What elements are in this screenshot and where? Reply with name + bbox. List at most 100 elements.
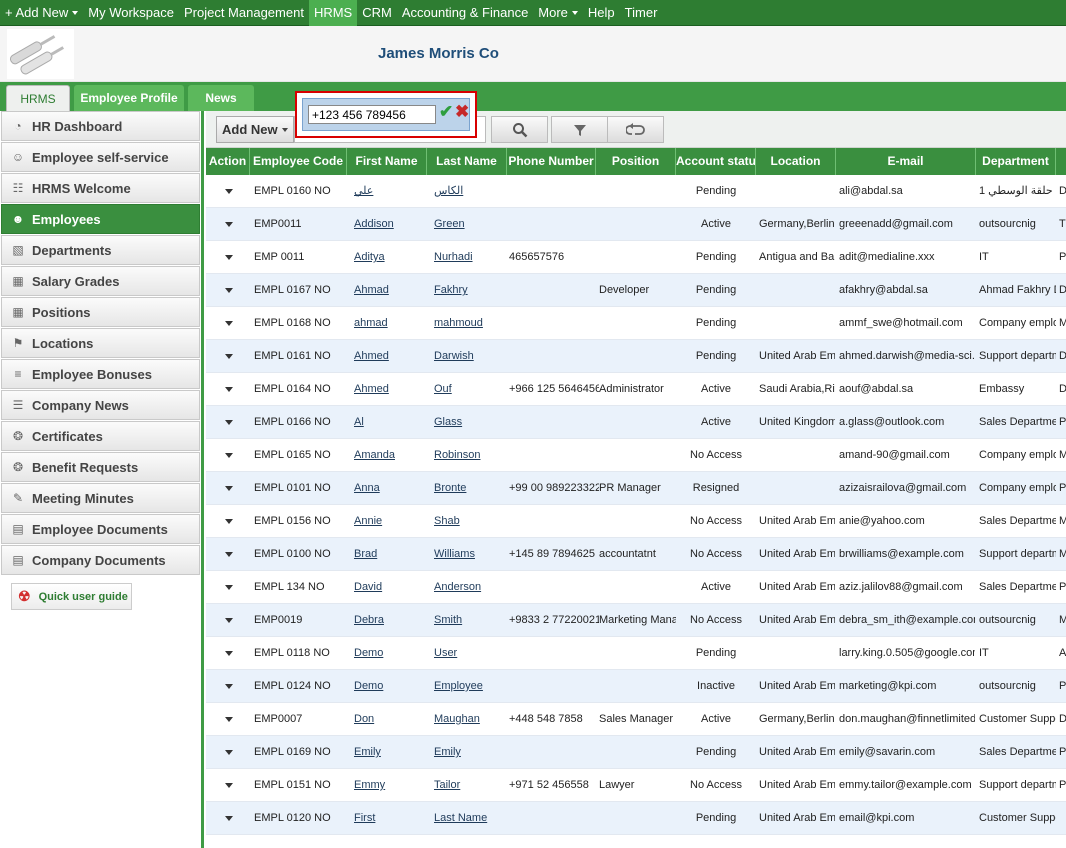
- sidebar-item-employee-bonuses[interactable]: ≡ Employee Bonuses: [1, 359, 200, 389]
- first-name-link[interactable]: Annie: [354, 505, 426, 538]
- row-action-chevron-icon[interactable]: [225, 717, 233, 722]
- last-name-link[interactable]: الكاس: [434, 175, 506, 208]
- table-row[interactable]: EMPL 0166 NO Al Glass Active United Kingdom,…: [206, 406, 1066, 439]
- row-action-chevron-icon[interactable]: [225, 420, 233, 425]
- table-row[interactable]: EMPL 0167 NO Ahmad Fakhry Developer Pending a…: [206, 274, 1066, 307]
- column-header-department[interactable]: Department: [976, 148, 1056, 175]
- table-row[interactable]: EMPL 0118 NO Demo User Pending larry.king.0.…: [206, 637, 1066, 670]
- topnav-item-crm[interactable]: CRM: [357, 0, 397, 26]
- first-name-link[interactable]: Demo: [354, 637, 426, 670]
- first-name-link[interactable]: Anna: [354, 472, 426, 505]
- row-action-chevron-icon[interactable]: [225, 321, 233, 326]
- table-row[interactable]: EMP0019 Debra Smith +9833 2 77220021 Marketi…: [206, 604, 1066, 637]
- column-header-account-status[interactable]: Account status: [676, 148, 756, 175]
- column-header-location[interactable]: Location: [756, 148, 836, 175]
- table-row[interactable]: EMPL 0101 NO Anna Bronte +99 00 989223322 PR…: [206, 472, 1066, 505]
- last-name-link[interactable]: Shab: [434, 505, 506, 538]
- table-row[interactable]: EMP0007 Don Maughan +448 548 7858 Sales Mana…: [206, 703, 1066, 736]
- last-name-link[interactable]: Nurhadi: [434, 241, 506, 274]
- sidebar-item-hr-dashboard[interactable]: ◔ HR Dashboard: [1, 111, 200, 141]
- last-name-link[interactable]: Anderson: [434, 571, 506, 604]
- topnav-item-project-management[interactable]: Project Management: [179, 0, 309, 26]
- first-name-link[interactable]: Brad: [354, 538, 426, 571]
- sidebar-item-employee-documents[interactable]: ▤ Employee Documents: [1, 514, 200, 544]
- column-header-employee-code[interactable]: Employee Code: [250, 148, 347, 175]
- table-row[interactable]: EMPL 0160 NO عليالكاس Pending ali@abdal.sa م…: [206, 175, 1066, 208]
- quick-user-guide-button[interactable]: ☢ Quick user guide: [11, 583, 132, 610]
- last-name-link[interactable]: Employee: [434, 670, 506, 703]
- table-row[interactable]: EMPL 134 NO David Anderson Active United Ara…: [206, 571, 1066, 604]
- table-row[interactable]: EMPL 0156 NO Annie Shab No Access United Ara…: [206, 505, 1066, 538]
- topnav-item-timer[interactable]: Timer: [620, 0, 663, 26]
- checkmark-icon[interactable]: ✔: [439, 102, 453, 122]
- first-name-link[interactable]: Demo: [354, 670, 426, 703]
- row-action-chevron-icon[interactable]: [225, 486, 233, 491]
- close-icon[interactable]: ✖: [455, 102, 469, 122]
- row-action-chevron-icon[interactable]: [225, 750, 233, 755]
- search-button[interactable]: [491, 116, 548, 143]
- column-header-first-name[interactable]: First Name: [347, 148, 427, 175]
- last-name-link[interactable]: Maughan: [434, 703, 506, 736]
- row-action-chevron-icon[interactable]: [225, 585, 233, 590]
- row-action-chevron-icon[interactable]: [225, 387, 233, 392]
- topnav-item-my-workspace[interactable]: My Workspace: [83, 0, 179, 26]
- row-action-chevron-icon[interactable]: [225, 255, 233, 260]
- table-row[interactable]: EMPL 0151 NO Emmy Tailor +971 52 456558 Lawy…: [206, 769, 1066, 802]
- row-action-chevron-icon[interactable]: [225, 519, 233, 524]
- first-name-link[interactable]: Don: [354, 703, 426, 736]
- table-row[interactable]: EMPL 0168 NO ahmad mahmoud Pending ammf_swe@…: [206, 307, 1066, 340]
- column-header-action[interactable]: Action: [206, 148, 250, 175]
- row-action-chevron-icon[interactable]: [225, 189, 233, 194]
- first-name-link[interactable]: Al: [354, 406, 426, 439]
- row-action-chevron-icon[interactable]: [225, 453, 233, 458]
- tab-news[interactable]: News: [188, 85, 254, 111]
- sidebar-item-certificates[interactable]: ❂ Certificates: [1, 421, 200, 451]
- sidebar-item-company-documents[interactable]: ▤ Company Documents: [1, 545, 200, 575]
- row-action-chevron-icon[interactable]: [225, 651, 233, 656]
- row-action-chevron-icon[interactable]: [225, 552, 233, 557]
- topnav-item-accounting-finance[interactable]: Accounting & Finance: [397, 0, 533, 26]
- last-name-link[interactable]: mahmoud: [434, 307, 506, 340]
- row-action-chevron-icon[interactable]: [225, 288, 233, 293]
- last-name-link[interactable]: User: [434, 637, 506, 670]
- last-name-link[interactable]: Robinson: [434, 439, 506, 472]
- last-name-link[interactable]: Tailor: [434, 769, 506, 802]
- first-name-link[interactable]: Emily: [354, 736, 426, 769]
- table-row[interactable]: EMPL 0120 NO First Last Name Pending United …: [206, 802, 1066, 835]
- first-name-link[interactable]: Aditya: [354, 241, 426, 274]
- row-action-chevron-icon[interactable]: [225, 684, 233, 689]
- table-row[interactable]: EMPL 0100 NO Brad Williams +145 89 7894625 a…: [206, 538, 1066, 571]
- sidebar-item-locations[interactable]: ⚑ Locations: [1, 328, 200, 358]
- column-header-position[interactable]: Position: [596, 148, 676, 175]
- first-name-link[interactable]: Emmy: [354, 769, 426, 802]
- topnav-item-hrms[interactable]: HRMS: [308, 0, 358, 26]
- tab-hrms[interactable]: HRMS: [6, 85, 70, 111]
- table-row[interactable]: EMP0011 Addison Green Active Germany,Berlin g…: [206, 208, 1066, 241]
- phone-edit-input[interactable]: [308, 105, 436, 124]
- first-name-link[interactable]: Addison: [354, 208, 426, 241]
- topnav-item-add-new[interactable]: + Add New: [0, 0, 83, 26]
- topnav-item-more[interactable]: More: [533, 0, 583, 26]
- table-row[interactable]: EMPL 0169 NO Emily Emily Pending United Arab…: [206, 736, 1066, 769]
- last-name-link[interactable]: Ouf: [434, 373, 506, 406]
- tab-employee-profile[interactable]: Employee Profile: [74, 85, 184, 111]
- first-name-link[interactable]: Ahmed: [354, 373, 426, 406]
- sidebar-item-employee-self-service[interactable]: ☺ Employee self-service: [1, 142, 200, 172]
- first-name-link[interactable]: David: [354, 571, 426, 604]
- table-row[interactable]: EMPL 0165 NO Amanda Robinson No Access amand…: [206, 439, 1066, 472]
- sidebar-item-salary-grades[interactable]: ▦ Salary Grades: [1, 266, 200, 296]
- first-name-link[interactable]: علي: [354, 175, 426, 208]
- column-header-last-name[interactable]: Last Name: [427, 148, 507, 175]
- column-header-e-mail[interactable]: E-mail: [836, 148, 976, 175]
- sidebar-item-positions[interactable]: ▦ Positions: [1, 297, 200, 327]
- first-name-link[interactable]: First: [354, 802, 426, 835]
- first-name-link[interactable]: Amanda: [354, 439, 426, 472]
- first-name-link[interactable]: Debra: [354, 604, 426, 637]
- table-row[interactable]: EMP 0011 Aditya Nurhadi 465657576 Pending Ant…: [206, 241, 1066, 274]
- last-name-link[interactable]: Williams: [434, 538, 506, 571]
- topnav-item-help[interactable]: Help: [583, 0, 620, 26]
- last-name-link[interactable]: Bronte: [434, 472, 506, 505]
- row-action-chevron-icon[interactable]: [225, 618, 233, 623]
- row-action-chevron-icon[interactable]: [225, 354, 233, 359]
- reset-button[interactable]: [607, 116, 664, 143]
